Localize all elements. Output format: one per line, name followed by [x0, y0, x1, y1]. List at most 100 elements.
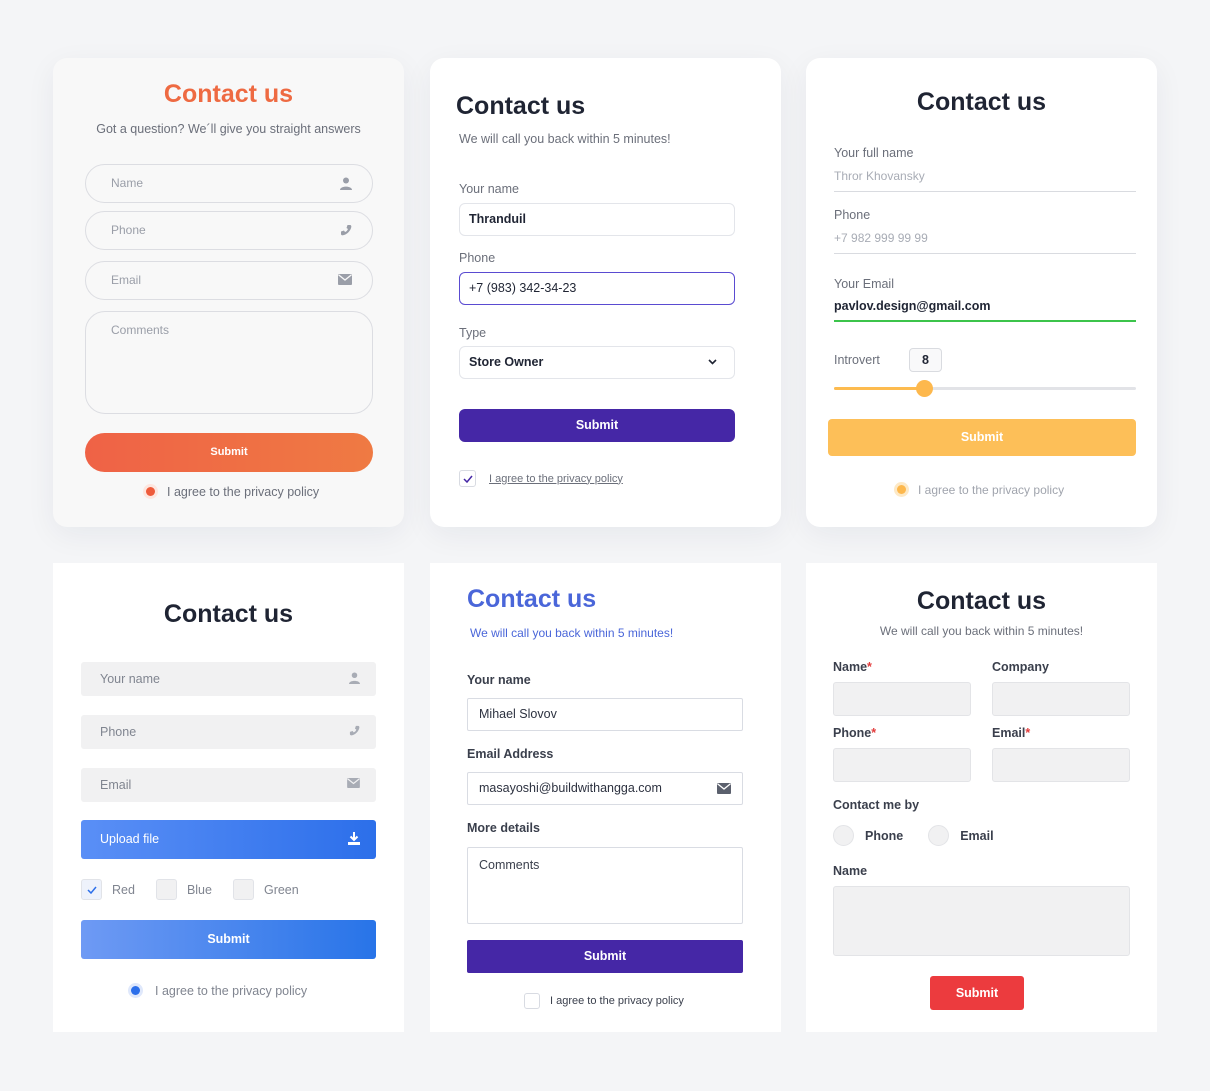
name-input[interactable]: Thror Khovansky — [834, 169, 925, 183]
name-placeholder: Name — [111, 176, 144, 190]
email-input[interactable]: masayoshi@buildwithangga.com — [467, 772, 743, 805]
card-title: Contact us — [467, 585, 597, 613]
email-input[interactable]: pavlov.design@gmail.com — [834, 299, 990, 313]
slider-handle[interactable] — [916, 380, 934, 397]
phone-field[interactable]: Phone — [81, 715, 376, 749]
checkbox-red[interactable]: Red — [81, 879, 135, 900]
required-mark: * — [871, 726, 877, 740]
details-label: More details — [467, 821, 540, 835]
company-input[interactable] — [992, 682, 1130, 716]
slider-value-bubble: 8 — [909, 348, 942, 372]
card-subtitle: We will call you back within 5 minutes! — [459, 132, 671, 146]
check-icon — [86, 886, 97, 894]
radio-selected-icon[interactable] — [894, 482, 909, 497]
checkbox-label: Red — [112, 882, 135, 897]
phone-placeholder: Phone — [100, 725, 137, 739]
submit-button[interactable]: Submit — [81, 920, 376, 959]
message-textarea[interactable] — [833, 886, 1130, 956]
agree-label: I agree to the privacy policy — [489, 472, 623, 485]
slider-label: Introvert — [834, 353, 880, 367]
required-mark: * — [867, 660, 872, 674]
email-placeholder: Email — [111, 273, 142, 287]
checkbox-label: Blue — [186, 882, 212, 897]
slider-fill — [834, 387, 925, 390]
required-mark: * — [1025, 726, 1031, 740]
email-label: Email Address — [467, 747, 554, 761]
name-underline — [834, 191, 1136, 192]
contact-method-radios: Phone Email — [833, 825, 994, 846]
name-placeholder: Your name — [100, 672, 160, 686]
contact-card-orange: Contact us Got a question? We´ll give yo… — [53, 58, 404, 527]
agree-label: I agree to the privacy policy — [918, 482, 1065, 497]
mail-icon — [338, 274, 352, 285]
company-label: Company — [992, 660, 1049, 674]
message-label: Name — [833, 864, 868, 878]
privacy-agree[interactable]: I agree to the privacy policy — [459, 470, 623, 487]
phone-input[interactable]: +7 (983) 342-34-23 — [459, 272, 735, 305]
name-input[interactable] — [833, 682, 971, 716]
email-label: Your Email — [834, 277, 894, 291]
chevron-down-icon — [708, 359, 717, 365]
privacy-agree[interactable]: I agree to the privacy policy — [128, 983, 307, 998]
name-input[interactable]: Mihael Slovov — [467, 698, 743, 731]
card-title: Contact us — [163, 80, 294, 108]
radio-phone[interactable] — [833, 825, 854, 846]
user-icon — [349, 672, 360, 684]
name-label: Your full name — [834, 146, 914, 160]
name-input[interactable]: Thranduil — [459, 203, 735, 236]
agree-label: I agree to the privacy policy — [167, 484, 320, 499]
checkbox-blue[interactable]: Blue — [155, 879, 212, 900]
comments-placeholder: Comments — [111, 323, 170, 337]
card-subtitle: We will call you back within 5 minutes! — [470, 626, 674, 640]
contact-card-blue: Contact us Your name Phone Email Upload … — [53, 563, 404, 1032]
color-checkboxes: Red Blue Green — [81, 879, 320, 900]
submit-button[interactable]: Submit — [85, 433, 373, 472]
radio-selected-icon[interactable] — [128, 983, 143, 998]
email-input[interactable] — [992, 748, 1130, 782]
card-subtitle: We will call you back within 5 minutes! — [879, 624, 1084, 638]
contact-card-red: Contact us We will call you back within … — [806, 563, 1157, 1032]
contact-card-indigo: Contact us We will call you back within … — [430, 563, 781, 1032]
phone-label: Phone — [459, 251, 496, 265]
checkbox-label: Green — [263, 882, 299, 897]
checkbox-checked[interactable] — [81, 879, 102, 900]
checkbox-checked[interactable] — [459, 470, 476, 487]
submit-button[interactable]: Submit — [459, 409, 735, 442]
card-subtitle: Got a question? We´ll give you straight … — [96, 122, 361, 136]
mail-icon — [717, 783, 731, 794]
email-field[interactable]: Email — [85, 261, 373, 300]
comments-textarea[interactable]: Comments — [85, 311, 373, 414]
privacy-agree[interactable]: I agree to the privacy policy — [524, 993, 684, 1009]
agree-label: I agree to the privacy policy — [550, 995, 684, 1007]
type-select[interactable]: Store Owner — [459, 346, 735, 379]
email-field[interactable]: Email — [81, 768, 376, 802]
name-label: Your name — [459, 182, 519, 196]
submit-button[interactable]: Submit — [467, 940, 743, 973]
radio-selected-icon[interactable] — [143, 484, 158, 499]
radio-email[interactable] — [928, 825, 950, 846]
checkbox-green[interactable]: Green — [232, 879, 299, 900]
checkbox-unchecked[interactable] — [232, 879, 254, 900]
comments-textarea[interactable]: Comments — [467, 847, 743, 924]
submit-button[interactable]: Submit — [828, 419, 1136, 456]
contact-card-yellow: Contact us Your full name Thror Khovansk… — [806, 58, 1157, 527]
checkbox-unchecked[interactable] — [524, 993, 540, 1009]
name-label: Your name — [467, 673, 531, 687]
checkbox-unchecked[interactable] — [155, 879, 177, 900]
phone-input[interactable]: +7 982 999 99 99 — [834, 231, 928, 245]
name-field[interactable]: Your name — [81, 662, 376, 696]
privacy-agree[interactable]: I agree to the privacy policy — [894, 482, 1064, 497]
submit-button[interactable]: Submit — [930, 976, 1024, 1010]
phone-icon — [340, 224, 352, 236]
email-label: Email* — [992, 726, 1031, 740]
phone-icon — [349, 725, 360, 736]
phone-field[interactable]: Phone — [85, 211, 373, 250]
phone-input[interactable] — [833, 748, 971, 782]
card-title: Contact us — [916, 88, 1047, 116]
type-label: Type — [459, 326, 487, 340]
privacy-agree[interactable]: I agree to the privacy policy — [143, 484, 319, 499]
contact-by-label: Contact me by — [833, 798, 920, 812]
upload-file-button[interactable]: Upload file — [81, 820, 376, 859]
comments-placeholder: Comments — [479, 858, 540, 872]
name-field[interactable]: Name — [85, 164, 373, 203]
